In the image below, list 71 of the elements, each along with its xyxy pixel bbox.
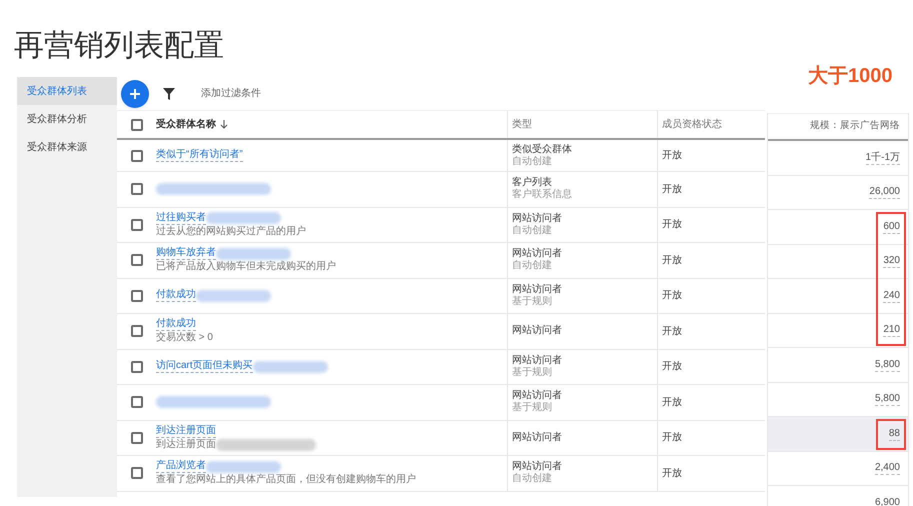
checkbox[interactable] [131, 254, 143, 266]
status-text: 开放 [662, 182, 682, 197]
size-cell: 210 [768, 314, 908, 348]
type-text: 网站访问者 [512, 212, 563, 224]
type-detail-text: 自动创建 [512, 224, 553, 237]
size-cell: 88 [768, 417, 908, 452]
type-text: 网站访问者 [512, 432, 563, 444]
type-detail-text: 基于规则 [512, 296, 553, 308]
checkbox[interactable] [131, 360, 143, 373]
checkbox[interactable] [131, 467, 143, 480]
status-text: 开放 [662, 466, 682, 481]
checkbox[interactable] [131, 150, 143, 162]
audience-description: 交易次数 > 0 [156, 332, 213, 344]
type-text: 网站访问者 [512, 248, 563, 260]
status-text: 开放 [662, 324, 682, 339]
plus-icon [129, 88, 141, 100]
type-text: 网站访问者 [512, 354, 563, 366]
sidebar-item[interactable]: 受众群体分析 [17, 105, 117, 133]
column-header[interactable]: 规模：展示广告网络 [810, 119, 900, 134]
type-text: 类似受众群体 [512, 144, 573, 156]
type-text: 网站访问者 [512, 461, 563, 472]
size-cell: 5,800 [768, 382, 908, 417]
sidebar-item[interactable]: 受众群体列表 [17, 77, 117, 105]
audience-description: 已将产品放入购物车但未完成购买的用户 [156, 261, 336, 274]
audience-description: 过去从您的网站购买过产品的用户 [156, 226, 306, 238]
status-text: 开放 [662, 431, 682, 446]
type-detail-text: 自动创建 [512, 156, 553, 168]
checkbox[interactable] [131, 432, 143, 444]
audience-link[interactable]: 付款成功 [156, 318, 196, 332]
audience-link[interactable]: 购物车放弃者 [156, 247, 216, 260]
type-detail-text: 客户联系信息 [512, 189, 573, 202]
type-text: 网站访问者 [512, 284, 563, 296]
status-text: 开放 [662, 289, 682, 304]
audience-link[interactable]: 类似于“所有访问者” [156, 149, 243, 162]
checkbox[interactable] [131, 218, 143, 231]
checkbox[interactable] [131, 396, 143, 408]
audience-link[interactable]: 付款成功 [156, 289, 196, 302]
audience-description: 到达注册页面 [156, 438, 216, 451]
status-text: 开放 [662, 360, 682, 374]
type-detail-text: 基于规则 [512, 402, 553, 414]
type-text: 网站访问者 [512, 390, 563, 402]
add-button[interactable] [121, 80, 149, 108]
audience-description: 查看了您网站上的具体产品页面，但没有创建购物车的用户 [156, 474, 416, 486]
status-text: 开放 [662, 254, 682, 268]
filter-field[interactable]: 添加过滤条件 [201, 86, 401, 101]
column-header[interactable]: 成员资格状态 [662, 117, 722, 132]
column-header[interactable]: 受众群体名称 [156, 117, 228, 132]
sidebar-item[interactable]: 受众群体来源 [17, 133, 117, 161]
status-text: 开放 [662, 396, 682, 410]
audience-link[interactable]: 到达注册页面 [156, 424, 216, 438]
annotation-text: 大于1000 [808, 64, 892, 88]
audience-link[interactable]: 过往购买者 [156, 212, 206, 225]
type-detail-text: 基于规则 [512, 366, 553, 379]
size-cell: 26,000 [768, 176, 908, 210]
status-text: 开放 [662, 149, 682, 163]
checkbox[interactable] [131, 290, 143, 302]
audience-link[interactable]: 访问cart页面但未购买 [156, 360, 253, 374]
page-title: 再营销列表配置 [14, 28, 224, 64]
size-cell: 320 [768, 244, 908, 279]
filter-icon[interactable] [163, 88, 175, 100]
type-text: 网站访问者 [512, 325, 563, 338]
checkbox[interactable] [131, 118, 143, 130]
checkbox[interactable] [131, 325, 143, 338]
audience-link[interactable]: 产品浏览者 [156, 460, 206, 474]
type-text: 客户列表 [512, 177, 553, 188]
size-cell: 2,400 [768, 452, 908, 486]
status-text: 开放 [662, 218, 682, 232]
column-header[interactable]: 类型 [512, 117, 532, 132]
type-detail-text: 自动创建 [512, 260, 553, 272]
checkbox[interactable] [131, 183, 143, 196]
type-detail-text: 自动创建 [512, 473, 553, 486]
